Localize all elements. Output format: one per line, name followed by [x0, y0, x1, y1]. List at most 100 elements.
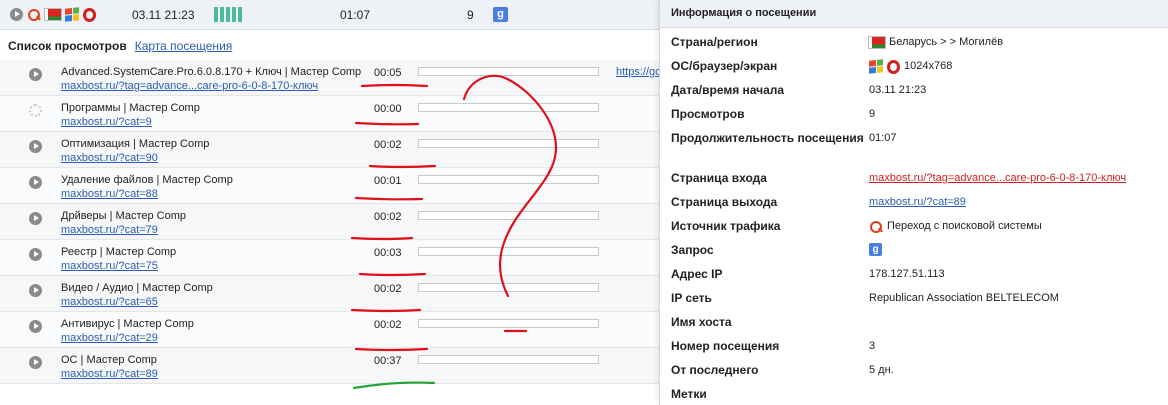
- page-url-link[interactable]: maxbost.ru/?cat=89: [61, 368, 158, 380]
- info-row-since: От последнего 5 дн.: [671, 362, 1161, 386]
- info-label: IP сеть: [671, 291, 712, 305]
- info-value: Republican Association BELTELECOM: [869, 292, 1059, 304]
- page-url-link[interactable]: maxbost.ru/?tag=advance...care-pro-6-0-8…: [61, 80, 318, 92]
- page-title: Удаление файлов | Мастер Comp: [61, 174, 233, 186]
- list-item[interactable]: ОС | Мастер Comp maxbost.ru/?cat=89 00:3…: [0, 348, 660, 384]
- search-engine-icon: [869, 220, 883, 234]
- info-row-host: Имя хоста: [671, 314, 1161, 338]
- play-icon[interactable]: [29, 68, 42, 81]
- page-time: 00:03: [374, 247, 402, 259]
- play-icon[interactable]: [29, 212, 42, 225]
- play-icon[interactable]: [29, 284, 42, 297]
- visit-views-count: 9: [467, 8, 474, 22]
- page-url-link[interactable]: maxbost.ru/?cat=90: [61, 152, 158, 164]
- page-title: Видео / Аудио | Мастер Comp: [61, 282, 213, 294]
- info-row-start: Дата/время начала 03.11 21:23: [671, 82, 1161, 106]
- info-row-net: IP сеть Republican Association BELTELECO…: [671, 290, 1161, 314]
- info-row-source: Источник трафика Переход с поисковой сис…: [671, 218, 1161, 242]
- list-item[interactable]: Антивирус | Мастер Comp maxbost.ru/?cat=…: [0, 312, 660, 348]
- page-title: Оптимизация | Мастер Comp: [61, 138, 210, 150]
- entry-page-link[interactable]: maxbost.ru/?tag=advance...care-pro-6-0-8…: [869, 171, 1126, 186]
- time-bar: [418, 355, 599, 364]
- search-engine-icon: [27, 8, 41, 22]
- info-row-query: Запрос g: [671, 242, 1161, 266]
- page-title: Дрйверы | Мастер Comp: [61, 210, 186, 222]
- page-time: 00:02: [374, 139, 402, 151]
- time-bar: [418, 247, 599, 256]
- tab-visit-map[interactable]: Карта посещения: [135, 39, 233, 53]
- google-icon: g: [869, 243, 882, 256]
- info-value: 178.127.51.113: [869, 268, 945, 280]
- info-value: Беларусь > > Могилёв: [889, 36, 1004, 48]
- visit-info-panel: Информация о посещении Страна/регион Бел…: [659, 0, 1168, 405]
- list-item[interactable]: Оптимизация | Мастер Comp maxbost.ru/?ca…: [0, 132, 660, 168]
- loading-icon: [29, 104, 42, 117]
- list-item[interactable]: Реестр | Мастер Comp maxbost.ru/?cat=75 …: [0, 240, 660, 276]
- windows-icon: [869, 59, 883, 74]
- info-label: Дата/время начала: [671, 83, 785, 97]
- page-url-link[interactable]: maxbost.ru/?cat=79: [61, 224, 158, 236]
- play-icon[interactable]: [29, 248, 42, 261]
- time-bar: [418, 211, 599, 220]
- tab-views-list[interactable]: Список просмотров: [8, 39, 127, 53]
- play-icon[interactable]: [10, 8, 23, 21]
- page-title: Advanced.SystemCare.Pro.6.0.8.170 + Ключ…: [61, 66, 362, 78]
- views-list: Advanced.SystemCare.Pro.6.0.8.170 + Ключ…: [0, 60, 660, 384]
- page-time: 00:00: [374, 103, 402, 115]
- page-time: 00:05: [374, 67, 402, 79]
- play-icon[interactable]: [29, 320, 42, 333]
- panel-title: Информация о посещении: [660, 0, 1168, 28]
- info-label: Источник трафика: [671, 219, 781, 233]
- google-icon: g: [493, 7, 508, 22]
- info-row-country: Страна/регион Беларусь > > Могилёв: [671, 34, 1161, 58]
- opera-icon: [83, 7, 96, 22]
- info-label: Страница выхода: [671, 195, 778, 209]
- windows-icon: [65, 7, 79, 22]
- info-label: Продолжительность посещения: [671, 131, 864, 145]
- info-row-ip: Адрес IP 178.127.51.113: [671, 266, 1161, 290]
- info-value: 03.11 21:23: [869, 84, 927, 96]
- play-icon[interactable]: [29, 176, 42, 189]
- play-icon[interactable]: [29, 140, 42, 153]
- info-label: Страница входа: [671, 171, 767, 185]
- info-value: 5 дн.: [869, 364, 894, 376]
- activity-bars: [214, 7, 242, 22]
- page-url-link[interactable]: maxbost.ru/?cat=75: [61, 260, 158, 272]
- list-item[interactable]: Программы | Мастер Comp maxbost.ru/?cat=…: [0, 96, 660, 132]
- visit-icons: [10, 7, 96, 22]
- page-time: 00:02: [374, 283, 402, 295]
- page-url-link[interactable]: maxbost.ru/?cat=9: [61, 116, 152, 128]
- time-bar: [418, 139, 599, 148]
- view-tabs: Список просмотров Карта посещения: [8, 39, 232, 53]
- exit-page-link[interactable]: maxbost.ru/?cat=89: [869, 195, 966, 210]
- play-icon[interactable]: [29, 356, 42, 369]
- page-url-link[interactable]: maxbost.ru/?cat=88: [61, 188, 158, 200]
- list-item[interactable]: Видео / Аудио | Мастер Comp maxbost.ru/?…: [0, 276, 660, 312]
- info-label: От последнего: [671, 363, 759, 377]
- list-item[interactable]: Удаление файлов | Мастер Comp maxbost.ru…: [0, 168, 660, 204]
- page-url-link[interactable]: maxbost.ru/?cat=29: [61, 332, 158, 344]
- page-time: 00:02: [374, 319, 402, 331]
- info-value: 9: [869, 108, 876, 120]
- page-url-link[interactable]: maxbost.ru/?cat=65: [61, 296, 158, 308]
- visit-date: 03.11 21:23: [132, 8, 195, 22]
- info-row-tags: Метки: [671, 386, 1161, 405]
- page-title: Антивирус | Мастер Comp: [61, 318, 194, 330]
- list-item[interactable]: Дрйверы | Мастер Comp maxbost.ru/?cat=79…: [0, 204, 660, 240]
- page-title: Реестр | Мастер Comp: [61, 246, 177, 258]
- time-bar: [418, 175, 599, 184]
- time-bar: [418, 103, 599, 112]
- list-item[interactable]: Advanced.SystemCare.Pro.6.0.8.170 + Ключ…: [0, 60, 660, 96]
- info-row-visit-number: Номер посещения 3: [671, 338, 1161, 362]
- info-row-exit: Страница выхода maxbost.ru/?cat=89: [671, 194, 1161, 218]
- belarus-flag-icon: [44, 8, 62, 21]
- info-label: Просмотров: [671, 107, 745, 121]
- time-bar: [418, 283, 599, 292]
- visit-duration: 01:07: [340, 8, 371, 22]
- page-time: 00:02: [374, 211, 402, 223]
- page-title: Программы | Мастер Comp: [61, 102, 200, 114]
- external-link[interactable]: https://go: [616, 66, 660, 78]
- info-label: Запрос: [671, 243, 714, 257]
- info-row-os: ОС/браузер/экран 1024x768: [671, 58, 1161, 82]
- visit-summary-bar[interactable]: 03.11 21:23 01:07 9 g: [0, 0, 660, 30]
